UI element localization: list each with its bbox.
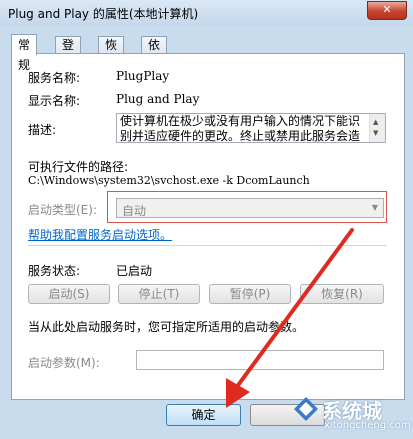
ok-button[interactable]: 确定 (166, 404, 241, 426)
service-status-value: 已启动 (116, 264, 153, 278)
start-params-input[interactable] (136, 350, 384, 370)
scroll-down-icon[interactable]: ▼ (373, 126, 378, 141)
description-text: 使计算机在极少或没有用户输入的情况下能识别并适应硬件的更改。终止或禁用此服务会造 (120, 114, 361, 143)
description-scrollbar[interactable]: ▲ ▼ (369, 114, 385, 142)
general-panel: 服务名称: PlugPlay 显示名称: Plug and Play 描述: 使… (11, 53, 405, 400)
start-params-label: 启动参数(M): (28, 356, 100, 370)
start-button[interactable]: 启动(S) (28, 284, 110, 304)
watermark-logo-icon (294, 397, 318, 421)
display-name-label: 显示名称: (28, 94, 81, 108)
stop-button[interactable]: 停止(T) (118, 284, 200, 304)
resume-button[interactable]: 恢复(R) (300, 284, 384, 304)
help-link[interactable]: 帮助我配置服务启动选项。 (28, 226, 172, 243)
pause-button[interactable]: 暂停(P) (209, 284, 291, 304)
title-bar: Plug and Play 的属性(本地计算机) ✕ (0, 0, 413, 26)
display-name-field[interactable]: Plug and Play (116, 92, 199, 106)
window-title: Plug and Play 的属性(本地计算机) (8, 7, 199, 21)
startup-type-value: 自动 (122, 204, 147, 218)
service-name-value: PlugPlay (116, 69, 170, 83)
watermark: 系统城 xitongcheng.com (292, 395, 411, 435)
watermark-url: xitongcheng.com (324, 420, 411, 431)
tab-dependencies[interactable]: 依存关系 (141, 36, 168, 103)
close-icon: ✕ (382, 3, 392, 16)
service-name-label: 服务名称: (28, 71, 81, 85)
tab-general[interactable]: 常规 (11, 34, 38, 72)
startup-type-label: 启动类型(E): (28, 203, 97, 217)
exe-path-label: 可执行文件的路径: (28, 160, 129, 174)
description-label: 描述: (28, 123, 57, 137)
start-params-hint: 当从此处启动服务时，您可指定所适用的启动参数。 (28, 320, 305, 334)
startup-type-select[interactable]: 自动 ▼ (116, 198, 384, 218)
chevron-down-icon: ▼ (371, 203, 378, 212)
exe-path-value: C:\Windows\system32\svchost.exe -k DcomL… (28, 174, 310, 187)
description-box[interactable]: 使计算机在极少或没有用户输入的情况下能识别并适应硬件的更改。终止或禁用此服务会造… (116, 113, 386, 143)
tab-logon[interactable]: 登录 (55, 36, 82, 69)
service-status-label: 服务状态: (28, 264, 81, 278)
tab-recovery[interactable]: 恢复 (98, 36, 125, 69)
divider (28, 245, 387, 246)
close-button[interactable]: ✕ (367, 1, 407, 20)
